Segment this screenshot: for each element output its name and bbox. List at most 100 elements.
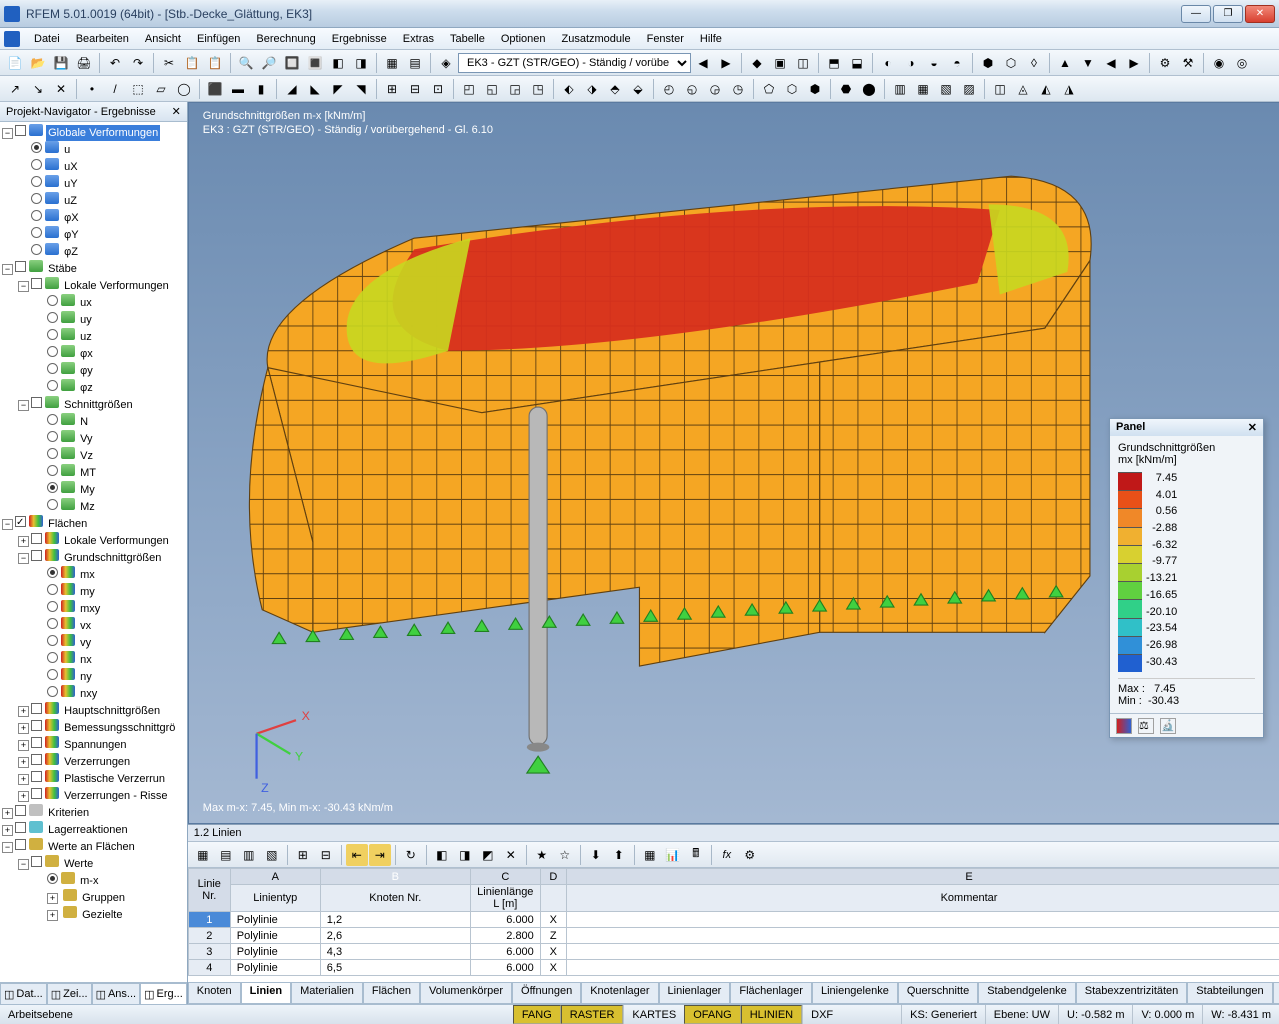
- table-tab[interactable]: Querschnitte: [898, 983, 978, 1004]
- tool-icon[interactable]: ◭: [1035, 78, 1057, 100]
- table-tool-icon[interactable]: ↻: [400, 844, 422, 866]
- radio[interactable]: [47, 448, 58, 459]
- tree-leaf[interactable]: uZ: [62, 193, 79, 209]
- tree-leaf[interactable]: Gezielte: [80, 907, 124, 923]
- table-tab[interactable]: Öffnungen: [512, 983, 581, 1004]
- tool-icon[interactable]: ▬: [227, 78, 249, 100]
- radio[interactable]: [47, 567, 58, 578]
- tool-icon[interactable]: ▼: [1077, 52, 1099, 74]
- tree-node[interactable]: Verzerrungen: [62, 754, 132, 770]
- tool-icon[interactable]: ⬖: [558, 78, 580, 100]
- undo-icon[interactable]: ↶: [104, 52, 126, 74]
- expand-icon[interactable]: +: [2, 808, 13, 819]
- cell[interactable]: 6.000: [470, 944, 540, 960]
- table-tab[interactable]: Linienlager: [659, 983, 731, 1004]
- tool-icon[interactable]: 🔎: [258, 52, 280, 74]
- tree-leaf[interactable]: φz: [78, 380, 95, 396]
- expand-icon[interactable]: −: [2, 264, 13, 275]
- tree-node-werte[interactable]: Werte: [62, 856, 95, 872]
- tool-icon[interactable]: ▨: [958, 78, 980, 100]
- close-icon[interactable]: ✕: [1248, 421, 1257, 434]
- tool-icon[interactable]: 🔲: [281, 52, 303, 74]
- excel-icon[interactable]: 📊: [662, 844, 684, 866]
- tool-icon[interactable]: ⬡: [781, 78, 803, 100]
- radio[interactable]: [47, 346, 58, 357]
- checkbox[interactable]: [31, 788, 42, 799]
- cell[interactable]: 1,2: [320, 912, 470, 928]
- menu-datei[interactable]: Datei: [26, 31, 68, 47]
- radio[interactable]: [47, 482, 58, 493]
- tool-icon[interactable]: /: [104, 78, 126, 100]
- expand-icon[interactable]: −: [2, 128, 13, 139]
- print-icon[interactable]: 🖨: [73, 52, 95, 74]
- tool-icon[interactable]: ◬: [1012, 78, 1034, 100]
- radio[interactable]: [47, 465, 58, 476]
- tree-leaf[interactable]: φX: [62, 210, 80, 226]
- tool-icon[interactable]: ⬢: [977, 52, 999, 74]
- checkbox[interactable]: [15, 822, 26, 833]
- next-icon[interactable]: ▶: [715, 52, 737, 74]
- tree-node-kriterien[interactable]: Kriterien: [46, 805, 91, 821]
- table-tool-icon[interactable]: ⚙: [739, 844, 761, 866]
- tool-icon[interactable]: ◰: [458, 78, 480, 100]
- tool-icon[interactable]: ⬣: [835, 78, 857, 100]
- tree-node[interactable]: Spannungen: [62, 737, 128, 753]
- radio[interactable]: [47, 363, 58, 374]
- tree-leaf[interactable]: Vz: [78, 448, 95, 464]
- tree-leaf[interactable]: my: [78, 584, 97, 600]
- table-tool-icon[interactable]: ▦: [639, 844, 661, 866]
- tree-leaf[interactable]: ux: [78, 295, 94, 311]
- tool-icon[interactable]: ◫: [989, 78, 1011, 100]
- tree-leaf[interactable]: nx: [78, 652, 94, 668]
- tool-icon[interactable]: ◱: [481, 78, 503, 100]
- table-tool-icon[interactable]: ⬆: [608, 844, 630, 866]
- tree-leaf[interactable]: φx: [78, 346, 95, 362]
- grid-toggle[interactable]: RASTER: [561, 1005, 624, 1024]
- tool-icon[interactable]: ◲: [504, 78, 526, 100]
- radio[interactable]: [31, 210, 42, 221]
- radio[interactable]: [47, 414, 58, 425]
- cell[interactable]: [566, 912, 1279, 928]
- table-tool-icon[interactable]: ▥: [238, 844, 260, 866]
- checkbox[interactable]: [31, 533, 42, 544]
- radio[interactable]: [47, 329, 58, 340]
- tool-icon[interactable]: ◢: [281, 78, 303, 100]
- table-tab[interactable]: Knoten: [188, 983, 241, 1004]
- radio[interactable]: [47, 380, 58, 391]
- tool-icon[interactable]: ◎: [1231, 52, 1253, 74]
- tool-icon[interactable]: ⊡: [427, 78, 449, 100]
- table-tool-icon[interactable]: ▦: [192, 844, 214, 866]
- tool-icon[interactable]: ⊞: [381, 78, 403, 100]
- cell[interactable]: X: [540, 960, 566, 976]
- tree-leaf[interactable]: φY: [62, 227, 80, 243]
- tree-node-globale-verformungen[interactable]: Globale Verformungen: [46, 125, 160, 141]
- cell[interactable]: [566, 928, 1279, 944]
- table-tool-icon[interactable]: ⬇: [585, 844, 607, 866]
- checkbox[interactable]: [31, 720, 42, 731]
- expand-icon[interactable]: +: [18, 757, 29, 768]
- tool-icon[interactable]: ▶: [1123, 52, 1145, 74]
- tree-node[interactable]: Plastische Verzerrun: [62, 771, 167, 787]
- tool-icon[interactable]: ⬛: [204, 78, 226, 100]
- tree-leaf[interactable]: Vy: [78, 431, 94, 447]
- tree-node-flachen[interactable]: Flächen: [46, 516, 89, 532]
- tool-icon[interactable]: ◥: [350, 78, 372, 100]
- maximize-button[interactable]: ❐: [1213, 5, 1243, 23]
- radio[interactable]: [31, 159, 42, 170]
- tool-icon[interactable]: ↗: [4, 78, 26, 100]
- table-tab[interactable]: Liniengelenke: [812, 983, 898, 1004]
- tool-icon[interactable]: ◳: [527, 78, 549, 100]
- tool-icon[interactable]: ⬢: [804, 78, 826, 100]
- tool-icon[interactable]: ◐: [877, 52, 899, 74]
- table-tool-icon[interactable]: ⊞: [292, 844, 314, 866]
- tool-icon[interactable]: ⚒: [1177, 52, 1199, 74]
- menu-bearbeiten[interactable]: Bearbeiten: [68, 31, 137, 47]
- radio[interactable]: [47, 686, 58, 697]
- menu-optionen[interactable]: Optionen: [493, 31, 554, 47]
- tool-icon[interactable]: ⬙: [627, 78, 649, 100]
- tree-node-fl-grund[interactable]: Grundschnittgrößen: [62, 550, 163, 566]
- table-tab[interactable]: Flächen: [363, 983, 420, 1004]
- tree-leaf[interactable]: φZ: [62, 244, 80, 260]
- tool-icon[interactable]: ⬚: [127, 78, 149, 100]
- expand-icon[interactable]: −: [18, 553, 29, 564]
